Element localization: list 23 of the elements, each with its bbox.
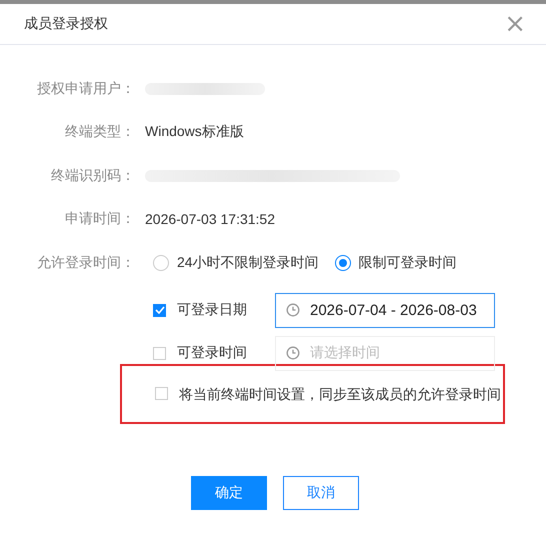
field-label: 申请时间： [64, 210, 136, 228]
cancel-button[interactable]: 取消 [283, 476, 359, 510]
checkbox[interactable] [153, 346, 166, 360]
radio-label[interactable]: 24小时不限制登录时间 [177, 254, 319, 272]
field-label: 授权申请用户： [36, 80, 136, 98]
field-value: Windows标准版 [145, 123, 244, 142]
field-label: 允许登录时间： [36, 254, 136, 272]
clock-icon [286, 303, 300, 317]
radio-label[interactable]: 限制可登录时间 [358, 254, 457, 272]
time-picker-field[interactable]: 2026-07-04 - 2026-08-03 [275, 292, 495, 328]
checkbox[interactable] [153, 304, 166, 316]
clock-icon [286, 346, 300, 360]
field-value: 2026-07-03 17:31:52 [145, 211, 275, 228]
confirm-button[interactable]: 确定 [191, 476, 267, 510]
checkbox-label[interactable]: 将当前终端时间设置，同步至该成员的允许登录时间 [179, 382, 503, 406]
field-label: 终端类型： [64, 123, 136, 142]
radio-button[interactable] [153, 254, 169, 271]
field-label: 终端识别码： [50, 166, 136, 185]
checkbox[interactable] [155, 387, 168, 400]
checkbox-label[interactable]: 可登录时间 [177, 344, 275, 362]
checkbox-label[interactable]: 可登录日期 [177, 301, 275, 319]
dialog-title: 成员登录授权 [24, 15, 108, 33]
radio-button[interactable] [334, 254, 351, 271]
